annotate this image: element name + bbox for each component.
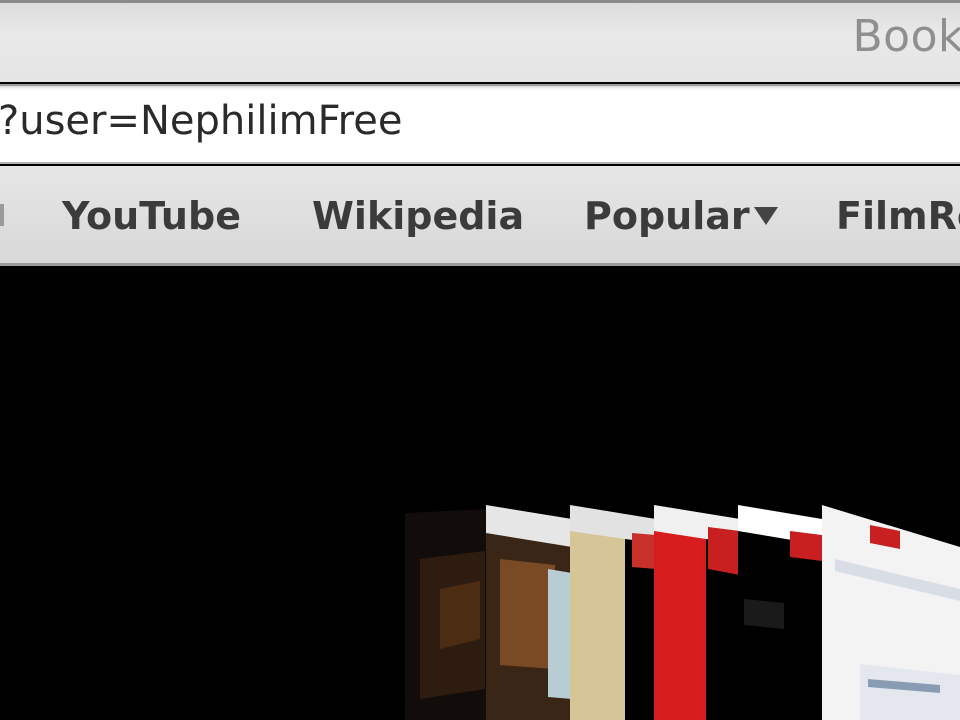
bookmarks-label[interactable]: Book (852, 11, 960, 62)
page-thumb-4[interactable] (654, 505, 740, 720)
cover-flow-thumbnails (405, 505, 960, 720)
bookmark-youtube[interactable]: YouTube (62, 194, 241, 238)
page-thumb-1[interactable] (405, 509, 490, 720)
browser-window: Book ?user=NephilimFree YouTube Wikipedi… (0, 0, 960, 720)
bookmark-edge-separator (0, 204, 4, 226)
bookmark-filmre[interactable]: FilmRe (836, 194, 960, 238)
bookmark-popular-label: Popular (584, 194, 750, 238)
bookmarks-bar: YouTube Wikipedia Popular FilmRe (0, 166, 960, 266)
chevron-down-icon (753, 206, 778, 225)
page-thumb-3[interactable] (570, 505, 656, 720)
page-thumb-5[interactable] (738, 505, 822, 720)
url-text[interactable]: ?user=NephilimFree (0, 98, 402, 144)
page-thumb-2[interactable] (486, 505, 572, 720)
page-thumb-6[interactable] (822, 505, 960, 720)
bookmark-popular-menu[interactable]: Popular (584, 194, 778, 238)
toolbar-strip: Book (0, 0, 960, 82)
page-content (0, 269, 960, 720)
bookmark-wikipedia[interactable]: Wikipedia (312, 194, 524, 238)
address-field[interactable]: ?user=NephilimFree (0, 84, 960, 164)
